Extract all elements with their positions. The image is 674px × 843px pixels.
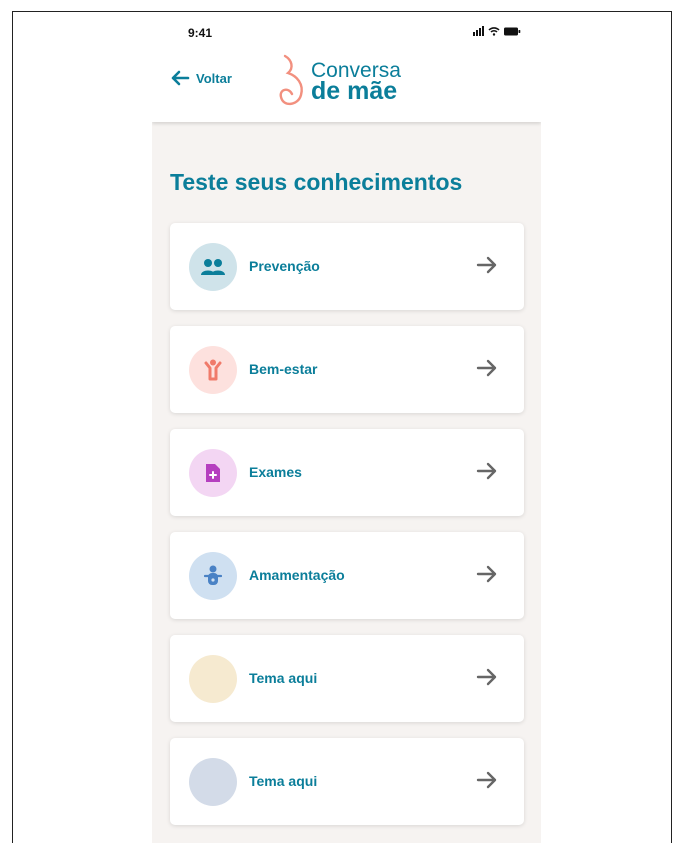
baby-icon xyxy=(204,565,222,585)
topic-card-tema-1[interactable]: Tema aqui xyxy=(170,635,524,722)
topic-icon-circle xyxy=(189,552,237,600)
phone-screen: 9:41 Voltar Conversa de mãe Teste seus c… xyxy=(152,12,541,843)
topic-card-tema-2[interactable]: Tema aqui xyxy=(170,738,524,825)
medical-document-icon xyxy=(206,464,220,482)
person-arms-up-icon xyxy=(204,359,222,381)
status-time: 9:41 xyxy=(188,26,213,40)
wifi-icon xyxy=(488,27,500,36)
topic-icon-placeholder xyxy=(189,655,237,703)
topic-card-prevencao[interactable]: Prevenção xyxy=(170,223,524,310)
topic-icon-placeholder xyxy=(189,758,237,806)
arrow-right-icon xyxy=(476,462,497,480)
topic-card-amamentacao[interactable]: Amamentação xyxy=(170,532,524,619)
logo-line2: de mãe xyxy=(311,77,398,105)
battery-icon xyxy=(504,27,521,36)
topic-label: Amamentação xyxy=(249,567,345,583)
topic-icon-circle xyxy=(189,449,237,497)
arrow-right-icon xyxy=(476,565,497,583)
arrow-right-icon xyxy=(476,668,497,686)
back-label: Voltar xyxy=(196,70,232,86)
back-button[interactable]: Voltar xyxy=(170,70,232,86)
arrow-right-icon xyxy=(476,771,497,789)
pregnant-belly-icon xyxy=(279,54,303,106)
people-icon xyxy=(201,259,225,275)
topic-card-bem-estar[interactable]: Bem-estar xyxy=(170,326,524,413)
signal-icon xyxy=(473,26,484,36)
arrow-left-icon xyxy=(171,70,190,86)
topic-label: Prevenção xyxy=(249,258,320,274)
top-bar: 9:41 Voltar Conversa de mãe xyxy=(152,12,541,122)
topic-card-exames[interactable]: Exames xyxy=(170,429,524,516)
topic-label: Bem-estar xyxy=(249,361,318,377)
topic-label: Tema aqui xyxy=(249,773,318,789)
arrow-right-icon xyxy=(476,256,497,274)
topic-icon-circle xyxy=(189,346,237,394)
topic-label: Tema aqui xyxy=(249,670,318,686)
status-icons xyxy=(473,26,521,36)
page-title: Teste seus conhecimentos xyxy=(170,169,463,195)
app-logo: Conversa de mãe xyxy=(277,54,401,108)
topic-icon-circle xyxy=(189,243,237,291)
arrow-right-icon xyxy=(476,359,497,377)
topic-label: Exames xyxy=(249,464,302,480)
